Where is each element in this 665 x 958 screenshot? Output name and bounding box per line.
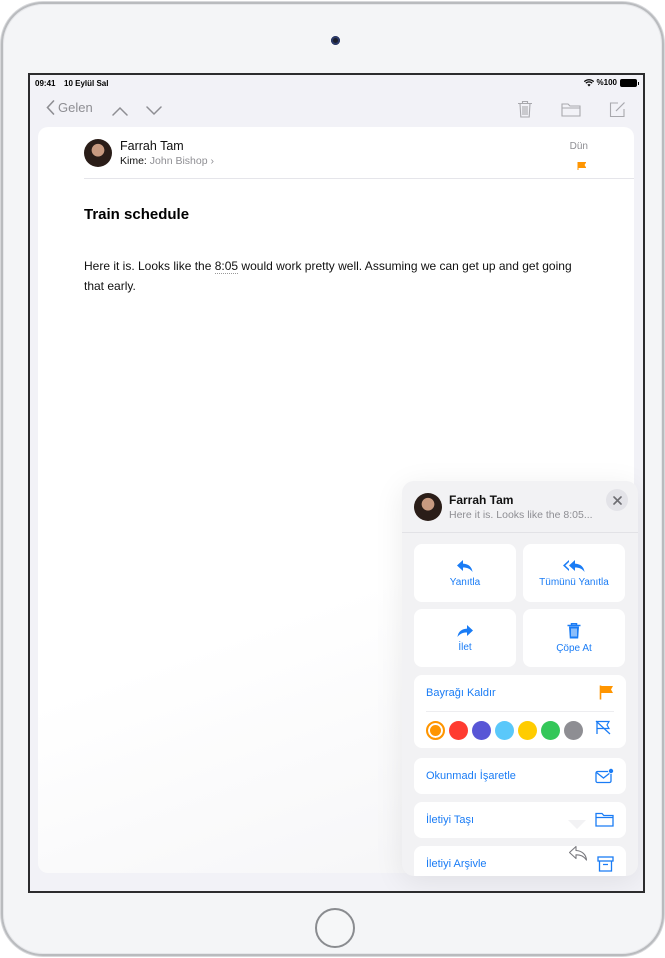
reply-actions-popover: Farrah Tam Here it is. Looks like the 8:… <box>402 481 638 876</box>
flag-icon <box>599 685 613 700</box>
status-bar: 09:41 10 Eylül Sal %100 <box>30 75 643 93</box>
trash-label: Çöpe At <box>556 642 592 654</box>
popover-arrow <box>568 820 586 829</box>
close-icon <box>612 495 622 505</box>
mark-unread-card: Okunmadı İşaretle <box>414 758 626 794</box>
flag-color-orange[interactable] <box>426 720 445 740</box>
back-label: Gelen <box>58 100 93 115</box>
flag-color-red[interactable] <box>449 720 468 740</box>
move-message-label: İletiyi Taşı <box>426 814 475 826</box>
recipient-line[interactable]: Kime: John Bishop › <box>120 155 214 167</box>
trash-action-button[interactable]: Çöpe At <box>523 609 625 667</box>
toolbar-actions <box>515 99 627 119</box>
folder-icon <box>561 102 581 117</box>
flag-card: Bayrağı Kaldır <box>414 675 626 748</box>
archive-message-label: İletiyi Arşivle <box>426 858 487 870</box>
sender-name[interactable]: Farrah Tam <box>120 139 184 153</box>
reply-all-button[interactable]: Tümünü Yanıtla <box>523 544 625 602</box>
status-date: 10 Eylül Sal <box>64 79 109 88</box>
home-button[interactable] <box>315 908 355 948</box>
previous-message-button[interactable] <box>110 101 130 121</box>
chevron-left-icon <box>46 100 55 115</box>
message-view: Farrah Tam Kime: John Bishop › Dün Train… <box>38 127 638 876</box>
mark-unread-button[interactable]: Okunmadı İşaretle <box>414 758 626 794</box>
recipient-name: John Bishop <box>149 155 208 167</box>
chevron-right-icon: › <box>210 155 214 167</box>
flag-color-gray[interactable] <box>564 720 583 740</box>
battery-icon <box>620 78 639 87</box>
header-divider <box>84 178 634 179</box>
compose-icon <box>609 101 625 117</box>
time-data-detector-link[interactable]: 8:05 <box>214 259 239 274</box>
chevron-up-icon <box>112 106 128 116</box>
flag-color-blue[interactable] <box>495 720 514 740</box>
close-button[interactable] <box>606 489 628 511</box>
ipad-device-frame: 09:41 10 Eylül Sal %100 Gelen Farrah Tam… <box>1 2 664 956</box>
forward-label: İlet <box>458 641 472 653</box>
nav-bar: Gelen <box>30 93 643 127</box>
move-folder-button[interactable] <box>561 99 581 119</box>
message-body: Here it is. Looks like the 8:05 would wo… <box>84 256 584 296</box>
flag-color-picker <box>414 712 626 748</box>
sender-avatar[interactable] <box>84 139 112 167</box>
popover-sender-avatar <box>414 493 442 521</box>
screen: 09:41 10 Eylül Sal %100 Gelen Farrah Tam… <box>28 73 645 893</box>
archive-card: İletiyi Arşivle <box>414 846 626 876</box>
body-text-before: Here it is. Looks like the <box>84 259 215 273</box>
popover-message-preview: Here it is. Looks like the 8:05... <box>449 509 593 521</box>
reply-label: Yanıtla <box>449 576 481 588</box>
mark-unread-label: Okunmadı İşaretle <box>426 770 516 782</box>
unflag-label: Bayrağı Kaldır <box>426 687 496 699</box>
reply-all-label: Tümünü Yanıtla <box>539 576 609 588</box>
folder-icon <box>595 812 614 827</box>
archive-message-button[interactable]: İletiyi Arşivle <box>414 846 626 876</box>
to-label: Kime: <box>120 155 147 167</box>
remove-flag-button[interactable] <box>595 720 611 740</box>
flag-color-purple[interactable] <box>472 720 491 740</box>
flag-indicator <box>577 157 587 175</box>
reply-all-icon <box>563 559 585 572</box>
trash-button[interactable] <box>515 99 535 119</box>
forward-button[interactable]: İlet <box>414 609 516 667</box>
unflag-button[interactable]: Bayrağı Kaldır <box>414 675 626 711</box>
battery-percent: %100 <box>596 78 617 87</box>
status-right: %100 <box>583 78 639 87</box>
reply-icon <box>457 559 473 572</box>
message-date: Dün <box>569 141 588 152</box>
flag-icon <box>577 162 587 170</box>
popover-sender-name: Farrah Tam <box>449 493 514 507</box>
popover-header: Farrah Tam Here it is. Looks like the 8:… <box>402 481 638 533</box>
compose-button[interactable] <box>607 99 627 119</box>
move-message-button[interactable]: İletiyi Taşı <box>414 802 626 838</box>
trash-icon <box>518 100 532 118</box>
archive-icon <box>597 856 614 872</box>
next-message-button[interactable] <box>144 101 164 121</box>
move-card: İletiyi Taşı <box>414 802 626 838</box>
mark-unread-icon <box>595 768 614 784</box>
message-navigation <box>110 101 164 121</box>
flag-slash-icon <box>595 720 611 735</box>
status-time: 09:41 <box>35 79 56 88</box>
flag-color-yellow[interactable] <box>518 720 537 740</box>
back-button[interactable]: Gelen <box>46 100 93 115</box>
front-camera <box>331 36 340 45</box>
wifi-icon <box>583 78 594 86</box>
trash-icon <box>567 622 581 638</box>
message-subject: Train schedule <box>84 206 190 223</box>
flag-color-green[interactable] <box>541 720 560 740</box>
reply-button[interactable]: Yanıtla <box>414 544 516 602</box>
reply-toolbar-button[interactable] <box>568 845 588 866</box>
forward-icon <box>457 624 473 637</box>
chevron-down-icon <box>146 106 162 116</box>
reply-icon <box>568 845 588 861</box>
